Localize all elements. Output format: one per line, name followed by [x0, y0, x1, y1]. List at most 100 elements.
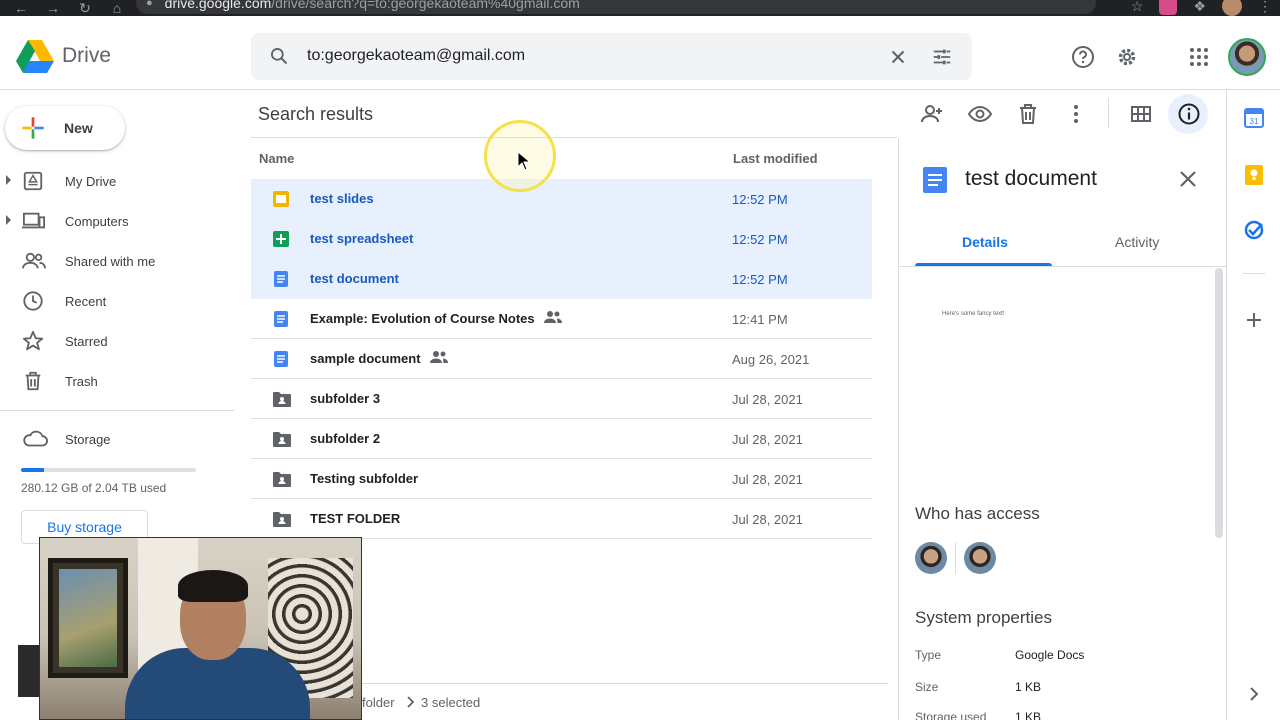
shared-people-icon [544, 310, 562, 329]
wall-painting [48, 558, 128, 678]
chevron-right-icon[interactable] [1244, 684, 1264, 704]
table-row[interactable]: subfolder 3 Jul 28, 2021 [251, 379, 872, 419]
storage-usage-text: 280.12 GB of 2.04 TB used [21, 481, 167, 495]
tasks-icon[interactable] [1244, 220, 1264, 240]
search-icon[interactable] [269, 46, 289, 66]
close-icon[interactable] [1179, 170, 1197, 188]
details-panel: test document Details Activity Here's so… [898, 138, 1226, 720]
file-last-modified: Jul 28, 2021 [732, 472, 803, 487]
access-avatar[interactable] [915, 542, 947, 574]
sidebar-item-starred[interactable]: Starred [0, 322, 234, 362]
docs-file-icon [272, 350, 290, 373]
file-name: test slides [310, 191, 374, 206]
extensions-puzzle-icon[interactable]: ❖ [1193, 0, 1206, 15]
table-row[interactable]: test document 12:52 PM [251, 259, 872, 299]
expand-caret-icon[interactable] [6, 215, 11, 225]
search-bar[interactable]: to:georgekaoteam@gmail.com [251, 33, 972, 80]
settings-gear-icon[interactable] [1115, 45, 1139, 69]
shared-people-icon [430, 350, 448, 369]
table-row[interactable]: Example: Evolution of Course Notes 12:41 … [251, 299, 872, 339]
who-has-access-heading: Who has access [915, 504, 1040, 523]
table-row[interactable]: test slides 12:52 PM [251, 179, 872, 219]
file-preview-text: Here's some fancy text! [942, 311, 1005, 317]
remove-trash-icon[interactable] [1016, 102, 1040, 126]
tab-activity[interactable]: Activity [1115, 234, 1159, 250]
calendar-icon[interactable]: 31 [1244, 108, 1264, 128]
system-properties-heading: System properties [915, 608, 1052, 627]
clear-search-icon[interactable] [887, 46, 909, 68]
account-avatar[interactable] [1228, 38, 1266, 76]
file-name: TEST FOLDER [310, 511, 401, 526]
table-row[interactable]: Testing subfolder Jul 28, 2021 [251, 459, 872, 499]
sidebar-item-trash[interactable]: Trash [0, 362, 234, 402]
grid-view-icon[interactable] [1129, 102, 1153, 126]
overlay-edge [18, 645, 40, 697]
shared-with-me-icon [22, 252, 46, 269]
details-title: test document [965, 167, 1097, 190]
mouse-cursor-icon [517, 151, 531, 171]
drive-logo[interactable] [16, 40, 54, 74]
more-actions-icon[interactable] [1064, 102, 1088, 126]
cloud-icon [23, 430, 48, 447]
sidebar-item-label: My Drive [65, 174, 117, 189]
info-icon[interactable] [1177, 102, 1201, 126]
help-icon[interactable] [1071, 45, 1095, 69]
url-path: /drive/search?q=to:georgekaoteam%40gmail… [271, 0, 580, 11]
reload-icon[interactable]: ↻ [74, 0, 96, 17]
new-button-label: New [64, 120, 93, 136]
expand-caret-icon[interactable] [6, 175, 11, 185]
apps-grid-icon[interactable] [1187, 45, 1211, 69]
new-button[interactable]: New [5, 106, 125, 150]
sidebar-item-label: Recent [65, 294, 107, 309]
side-apps-rail: 31 [1226, 90, 1280, 720]
access-avatar[interactable] [964, 542, 996, 574]
browser-profile-avatar[interactable] [1222, 0, 1242, 16]
tabs-divider [899, 266, 1226, 267]
file-last-modified: Jul 28, 2021 [732, 432, 803, 447]
table-row[interactable]: TEST FOLDER Jul 28, 2021 [251, 499, 872, 539]
column-last-modified-header[interactable]: Last modified [733, 151, 818, 166]
back-icon[interactable]: ← [10, 0, 32, 16]
tab-details[interactable]: Details [962, 234, 1008, 250]
presenter-hair [178, 570, 248, 602]
sidebar-item-my-drive[interactable]: My Drive [0, 162, 234, 202]
sidebar-item-recent[interactable]: Recent [0, 282, 234, 322]
sidebar-item-label: Computers [65, 214, 129, 229]
sidebar-item-label: Storage [65, 432, 111, 447]
share-add-person-icon[interactable] [920, 102, 944, 126]
details-scrollbar[interactable] [1215, 268, 1223, 538]
star-icon [22, 330, 44, 351]
file-last-modified: 12:41 PM [732, 312, 788, 327]
table-row[interactable]: test spreadsheet 12:52 PM [251, 219, 872, 259]
file-name: sample document [310, 351, 421, 366]
table-row[interactable]: subfolder 2 Jul 28, 2021 [251, 419, 872, 459]
file-name: Example: Evolution of Course Notes [310, 311, 535, 326]
extension-icon[interactable] [1159, 0, 1178, 15]
lock-icon: ● [146, 0, 153, 9]
file-name: test document [310, 271, 399, 286]
my-drive-icon [23, 171, 43, 191]
preview-eye-icon[interactable] [968, 102, 992, 126]
shared-folder-icon [272, 470, 292, 493]
docs-file-icon [272, 310, 290, 333]
add-addon-plus-icon[interactable] [1244, 310, 1264, 330]
sidebar-item-storage[interactable]: Storage [0, 420, 234, 460]
footer-breadcrumb[interactable]: folder [362, 695, 395, 710]
column-name-header[interactable]: Name [259, 151, 294, 166]
keep-icon[interactable] [1244, 164, 1264, 186]
table-row[interactable]: sample document Aug 26, 2021 [251, 339, 872, 379]
search-options-icon[interactable] [931, 46, 953, 68]
shared-folder-icon [272, 390, 292, 413]
bookmark-star-icon[interactable]: ☆ [1131, 0, 1144, 15]
address-bar[interactable]: ● drive.google.com/drive/search?q=to:geo… [136, 0, 1096, 14]
forward-icon[interactable]: → [42, 0, 64, 16]
browser-menu-icon[interactable]: ⋮ [1258, 0, 1272, 15]
computers-icon [22, 212, 46, 229]
sidebar-item-shared-with-me[interactable]: Shared with me [0, 242, 234, 282]
storage-usage-bar [21, 468, 196, 472]
home-icon[interactable]: ⌂ [106, 0, 128, 16]
file-last-modified: 12:52 PM [732, 192, 788, 207]
sidebar-item-computers[interactable]: Computers [0, 202, 234, 242]
search-input[interactable]: to:georgekaoteam@gmail.com [307, 47, 525, 65]
file-list-scrollbar[interactable] [887, 178, 895, 678]
